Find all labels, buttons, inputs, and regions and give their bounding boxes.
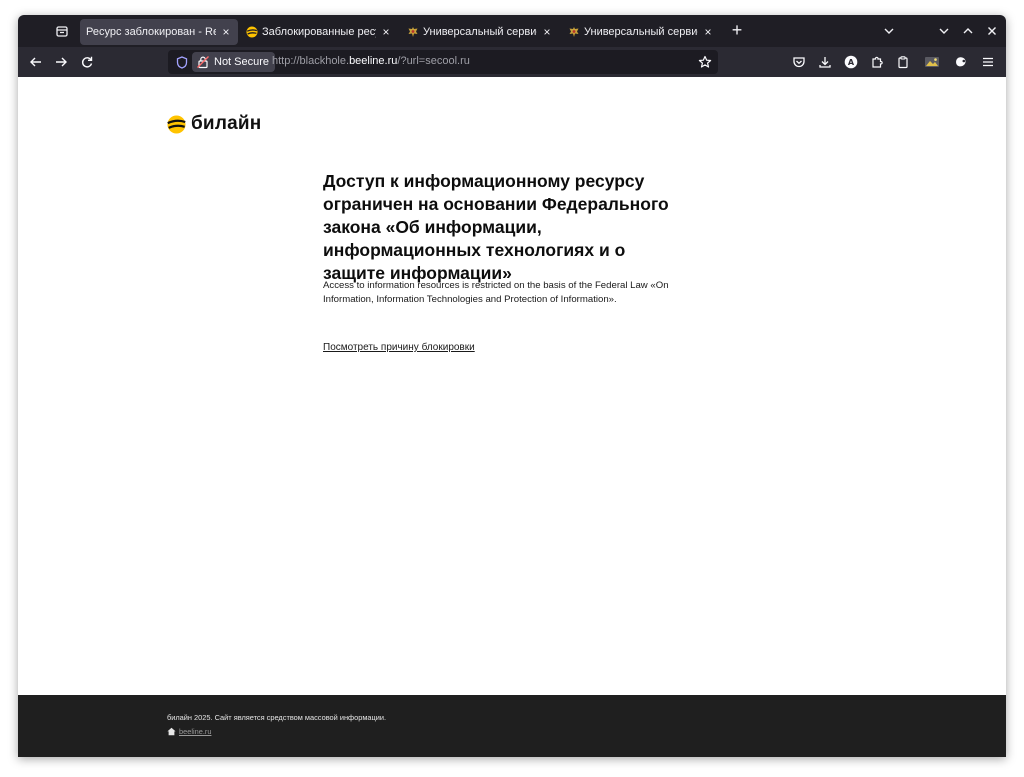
tab-title: Универсальный сервис пр	[423, 26, 537, 38]
english-notice: Access to information resources is restr…	[323, 280, 669, 305]
url-suffix: /?url=secool.ru	[397, 55, 470, 67]
svg-text:A: A	[848, 58, 855, 67]
downloads-button[interactable]	[815, 52, 835, 72]
close-icon	[988, 27, 996, 35]
reload-button[interactable]	[77, 52, 97, 72]
view-block-reason-link[interactable]: Посмотреть причину блокировки	[323, 342, 475, 353]
tab-overflow-button[interactable]	[879, 21, 899, 41]
not-secure-label: Not Secure	[214, 56, 270, 68]
chevron-down-icon	[884, 28, 894, 34]
page-content: билайн Доступ к информационному ресурсу …	[18, 77, 1006, 695]
hamburger-menu-icon	[983, 57, 993, 67]
insecure-lock-icon	[197, 56, 209, 69]
logo-text: билайн	[191, 113, 262, 134]
site-security-button[interactable]: Not Secure	[192, 52, 276, 72]
beeline-logo[interactable]: билайн	[167, 113, 261, 135]
back-button[interactable]	[26, 52, 46, 72]
bookmark-button[interactable]	[696, 53, 714, 71]
tab-4[interactable]: Универсальный сервис пр ×	[562, 19, 720, 45]
coat-of-arms-icon	[408, 27, 418, 37]
page-footer: билайн 2025. Сайт является средством мас…	[18, 695, 1006, 757]
coat-of-arms-icon	[569, 27, 579, 37]
image-extension-button[interactable]	[922, 52, 942, 72]
shield-icon	[176, 55, 188, 69]
footer-link-text: beeline.ru	[179, 727, 212, 736]
minimize-icon	[939, 28, 949, 34]
browser-window: Ресурс заблокирован - Resou × Заблокиров…	[18, 15, 1006, 757]
landscape-image-icon	[925, 57, 939, 67]
account-button[interactable]: A	[841, 52, 861, 72]
tab-title: Заблокированные ресурсы	[262, 26, 376, 38]
pocket-button[interactable]	[789, 52, 809, 72]
address-bar[interactable]: Not Secure http://blackhole.beeline.ru/?…	[168, 50, 718, 74]
arrow-right-icon	[56, 57, 67, 67]
url-text[interactable]: http://blackhole.beeline.ru/?url=secool.…	[272, 55, 470, 67]
tab-1[interactable]: Ресурс заблокирован - Resou ×	[80, 19, 238, 45]
clipboard-extension-button[interactable]	[893, 52, 913, 72]
app-menu-button[interactable]	[978, 52, 998, 72]
minimize-button[interactable]	[934, 21, 954, 41]
tracking-protection-button[interactable]	[174, 54, 190, 70]
beeline-logo-icon	[246, 26, 258, 38]
forward-button[interactable]	[51, 52, 71, 72]
footer-copyright: билайн 2025. Сайт является средством мас…	[167, 713, 387, 722]
footer-site-link[interactable]: beeline.ru	[167, 727, 211, 736]
maximize-icon	[963, 28, 973, 34]
clipboard-icon	[898, 56, 908, 69]
extension-blob-icon	[956, 57, 966, 67]
url-host: beeline.ru	[349, 55, 398, 67]
star-icon	[698, 55, 712, 68]
reload-icon	[81, 56, 93, 68]
list-all-tabs-button[interactable]	[52, 21, 72, 41]
puzzle-icon	[872, 56, 883, 68]
url-prefix: http://blackhole.	[272, 55, 350, 67]
beeline-stripes-icon	[167, 114, 186, 134]
download-icon	[819, 57, 831, 68]
close-window-button[interactable]	[982, 21, 1002, 41]
maximize-button[interactable]	[958, 21, 978, 41]
tab-title: Ресурс заблокирован - Resou	[86, 26, 216, 38]
tab-list-icon	[56, 26, 68, 37]
tab-title: Универсальный сервис пр	[584, 26, 698, 38]
page-title: Доступ к информационному ресурсу огранич…	[323, 171, 669, 283]
new-tab-button[interactable]: +	[727, 21, 747, 41]
tab-2[interactable]: Заблокированные ресурсы ×	[240, 19, 398, 45]
tab-3[interactable]: Универсальный сервис пр ×	[401, 19, 559, 45]
tab-close-button[interactable]: ×	[220, 25, 232, 39]
tab-close-button[interactable]: ×	[541, 25, 553, 39]
home-icon	[167, 727, 176, 736]
extensions-button[interactable]	[867, 52, 887, 72]
tab-close-button[interactable]: ×	[702, 25, 714, 39]
tab-strip: Ресурс заблокирован - Resou × Заблокиров…	[18, 15, 1006, 47]
arrow-left-icon	[30, 57, 41, 67]
account-avatar-icon: A	[844, 55, 858, 69]
pocket-icon	[793, 57, 805, 68]
extension-button[interactable]	[951, 52, 971, 72]
navigation-toolbar: Not Secure http://blackhole.beeline.ru/?…	[18, 47, 1006, 77]
tab-close-button[interactable]: ×	[380, 25, 392, 39]
